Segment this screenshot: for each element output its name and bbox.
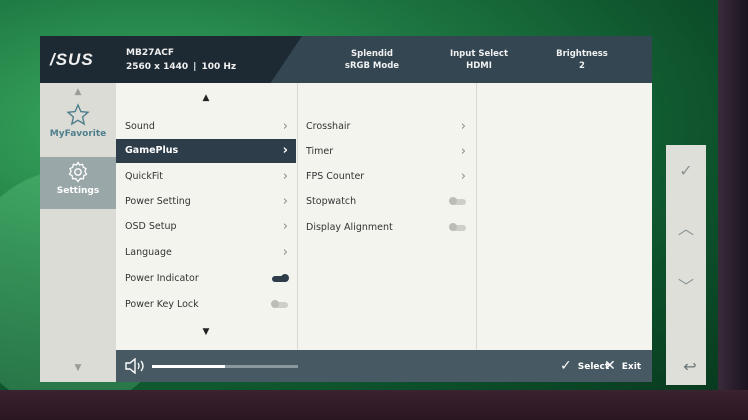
scroll-up-icon[interactable]: ▲ [40,87,116,97]
chevron-right-icon: › [282,245,288,260]
submenu-item-fps-counter[interactable]: FPS Counter › [298,165,476,189]
power-key-lock-toggle[interactable] [271,300,288,308]
exit-button[interactable]: ✕ Exit [604,358,641,375]
stopwatch-toggle[interactable] [449,197,466,205]
exit-label: Exit [621,362,642,372]
resolution: 2560 x 1440 [126,62,189,72]
star-icon [66,103,90,126]
chevron-right-icon: › [282,169,288,184]
volume-slider[interactable] [152,365,298,368]
menu-item-label: Power Key Lock [125,299,199,310]
brightness-value: 2 [579,61,585,71]
menu-item-quickfit[interactable]: QuickFit › [116,165,296,189]
chevron-right-icon: › [460,119,466,134]
close-icon: ✕ [604,358,616,374]
osd-header: /SUS MB27ACF 2560 x 1440 | 100 Hz Splendid… [40,36,652,83]
menu-item-label: Language [125,247,172,258]
chevron-right-icon: › [282,219,288,234]
osd-footer: ✓ Select [116,350,652,382]
chevron-right-icon: › [460,144,466,159]
settings-menu: ▲ Sound › GamePlus › QuickFit › Power Setti… [116,83,296,350]
submenu-item-label: Timer [306,146,334,157]
menu-item-gameplus[interactable]: GamePlus › [116,139,296,163]
chevron-right-icon: › [282,143,288,158]
submenu-item-label: Stopwatch [306,196,357,207]
refresh-rate: 100 Hz [201,62,237,72]
menu-item-osd-setup[interactable]: OSD Setup › [116,215,296,239]
gameplus-submenu: Crosshair › Timer › FPS Counter › Stopwatch… [297,83,475,350]
menu-item-power-key-lock[interactable]: Power Key Lock [116,293,296,317]
power-indicator-toggle[interactable] [272,274,289,282]
gear-icon [68,161,88,183]
menu-item-language[interactable]: Language › [116,241,296,265]
confirm-check-icon[interactable]: ✓ [666,151,706,191]
chevron-right-icon: › [282,119,288,134]
monitor-bezel-right [718,0,748,420]
menu-item-label: GamePlus [125,145,179,156]
menu-item-label: OSD Setup [125,221,177,232]
input-status: Input Select HDMI [434,48,524,72]
submenu-item-label: Crosshair [306,121,351,132]
sidebar-item-myfavorite[interactable]: MyFavorite [40,103,116,155]
submenu-item-label: FPS Counter [306,171,365,182]
splendid-status: Splendid sRGB Mode [327,48,417,72]
select-button[interactable]: ✓ Select [560,358,609,375]
monitor-bezel-bottom [0,390,748,420]
value-panel [476,83,652,350]
menu-item-power-setting[interactable]: Power Setting › [116,190,296,214]
menu-scroll-up-icon[interactable]: ▲ [116,93,296,103]
brightness-label: Brightness [556,49,608,59]
up-chevron-icon[interactable]: ︿ [666,209,706,249]
menu-item-label: Power Indicator [125,273,199,284]
mode-line: 2560 x 1440 | 100 Hz [126,62,237,72]
menu-item-power-indicator[interactable]: Power Indicator [116,267,296,291]
brightness-status: Brightness 2 [537,48,627,72]
display-alignment-toggle[interactable] [449,223,466,231]
submenu-item-crosshair[interactable]: Crosshair › [298,115,476,139]
submenu-item-stopwatch[interactable]: Stopwatch [298,190,476,214]
chevron-right-icon: › [460,169,466,184]
scroll-down-icon[interactable]: ▼ [40,363,116,373]
asus-logo: /SUS [50,50,94,69]
chevron-right-icon: › [282,194,288,209]
menu-item-label: Sound [125,121,155,132]
input-label: Input Select [449,49,509,59]
submenu-item-label: Display Alignment [306,222,393,233]
submenu-item-timer[interactable]: Timer › [298,140,476,164]
menu-item-sound[interactable]: Sound › [116,115,296,139]
menu-item-label: Power Setting [125,196,191,207]
input-value: HDMI [466,61,492,71]
sidebar-item-label: MyFavorite [49,129,107,139]
submenu-item-display-alignment[interactable]: Display Alignment [298,216,476,240]
model-info: MB27ACF 2560 x 1440 | 100 Hz [126,46,236,74]
volume-fill [152,365,225,368]
back-arrow-icon[interactable]: ↩ [675,352,705,382]
check-icon: ✓ [560,358,572,374]
down-chevron-icon[interactable]: ﹀ [666,267,706,307]
splendid-value: sRGB Mode [344,61,400,71]
osd-menu: /SUS MB27ACF 2560 x 1440 | 100 Hz Splendid… [40,36,652,382]
sidebar-item-settings[interactable]: Settings [40,157,116,209]
sidebar-item-label: Settings [56,186,100,196]
nav-button-strip: ✓ ︿ ﹀ [666,145,706,385]
speaker-icon [125,358,144,374]
menu-item-label: QuickFit [125,171,163,182]
category-sidebar: ▲ MyFavorite Settings ▼ [40,83,116,382]
splendid-label: Splendid [350,49,394,59]
menu-scroll-down-icon[interactable]: ▼ [116,327,296,337]
model-name: MB27ACF [126,48,175,58]
